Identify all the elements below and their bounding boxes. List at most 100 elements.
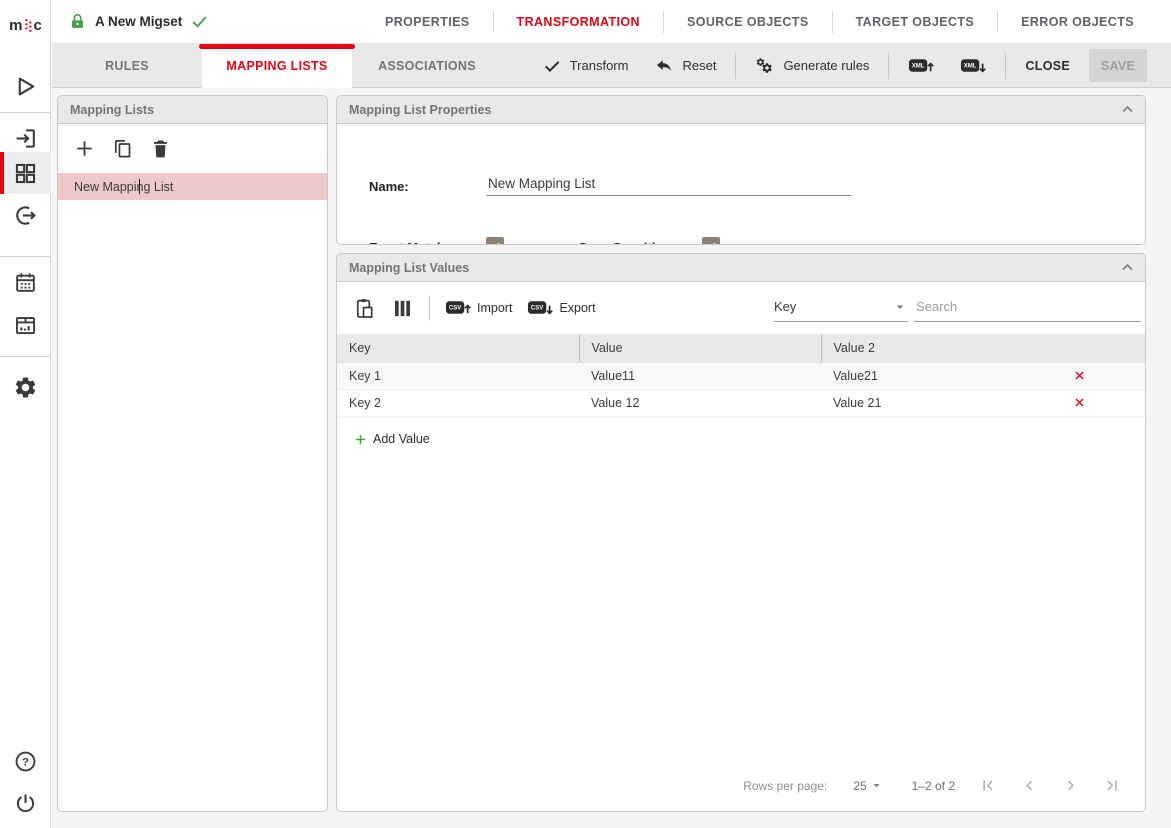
valid-check-icon <box>190 12 209 31</box>
xml-import-icon: XML <box>908 54 934 78</box>
grid-icon <box>13 161 38 186</box>
migsets-button[interactable] <box>0 152 51 194</box>
mapping-list-properties-panel: Mapping List Properties Name: Exact Matc… <box>336 95 1146 245</box>
name-input[interactable] <box>486 172 851 196</box>
delete-row-button[interactable] <box>1073 369 1086 382</box>
table-row[interactable]: Key 1 Value11 Value21 <box>337 362 1145 389</box>
add-mapping-list-button[interactable] <box>73 137 96 160</box>
caret-down-icon <box>869 778 884 793</box>
generate-rules-button[interactable]: Generate rules <box>742 44 882 88</box>
tab-mapping-lists[interactable]: MAPPING LISTS <box>202 44 352 88</box>
migset-name: A New Migset <box>95 14 182 29</box>
check-icon <box>542 56 562 76</box>
nav-item-source-objects[interactable]: SOURCE OBJECTS <box>664 15 832 29</box>
exact-match-checkbox[interactable] <box>486 237 504 245</box>
first-page-button[interactable] <box>979 776 998 795</box>
scheduler-button[interactable] <box>0 261 51 303</box>
copy-mapping-list-button[interactable] <box>111 137 134 160</box>
collapse-properties-button[interactable] <box>1118 100 1137 119</box>
reset-button[interactable]: Reset <box>641 44 729 88</box>
save-button[interactable]: SAVE <box>1089 49 1147 82</box>
table-header-row: Key Value Value 2 <box>337 334 1145 362</box>
check-icon <box>704 239 718 245</box>
nav-item-properties[interactable]: PROPERTIES <box>362 15 493 29</box>
power-icon <box>13 791 38 816</box>
table-row[interactable]: Key 2 Value 12 Value 21 <box>337 389 1145 416</box>
power-button[interactable] <box>0 782 51 824</box>
dashboard-button[interactable] <box>0 304 51 346</box>
nav-item-transformation[interactable]: TRANSFORMATION <box>494 15 663 29</box>
top-bar: A New Migset PROPERTIES TRANSFORMATION S… <box>52 0 1171 44</box>
logo-dots-icon <box>24 16 33 35</box>
divider <box>0 112 51 113</box>
columns-icon <box>391 297 414 320</box>
panel-title: Mapping List Properties <box>349 103 491 117</box>
xml-export-icon: XML <box>960 54 986 78</box>
prev-page-button[interactable] <box>1020 776 1039 795</box>
settings-button[interactable] <box>0 366 51 408</box>
divider <box>735 53 736 79</box>
delete-x-icon <box>1073 369 1086 382</box>
text-caret <box>139 179 140 194</box>
collapse-values-button[interactable] <box>1118 258 1137 277</box>
tab-rules[interactable]: RULES <box>52 44 202 88</box>
add-value-button[interactable]: Add Value <box>353 432 430 447</box>
copy-icon <box>111 137 134 160</box>
app-root: m c ? <box>0 0 1171 828</box>
divider <box>888 53 889 79</box>
column-header-value2: Value 2 <box>821 334 1061 362</box>
help-button[interactable]: ? <box>0 740 51 782</box>
delete-row-button[interactable] <box>1073 396 1086 409</box>
delete-mapping-list-button[interactable] <box>149 137 172 160</box>
xml-import-button[interactable]: XML <box>895 44 947 88</box>
exact-match-label: Exact Match: <box>369 240 449 245</box>
export-button[interactable]: CSV Export <box>527 296 595 320</box>
nav-item-error-objects[interactable]: ERROR OBJECTS <box>998 15 1157 29</box>
mapping-lists-panel: Mapping Lists New Mapping List <box>57 95 328 812</box>
name-label: Name: <box>369 179 409 194</box>
properties-panel-header: Mapping List Properties <box>337 96 1145 124</box>
page-range: 1–2 of 2 <box>912 779 955 793</box>
plus-icon <box>353 432 368 447</box>
svg-text:CSV: CSV <box>449 306 461 312</box>
divider <box>1005 53 1006 79</box>
delete-x-icon <box>1073 396 1086 409</box>
rows-per-page-select[interactable]: 25 <box>853 778 883 793</box>
case-sensitive-checkbox[interactable] <box>702 237 720 245</box>
tab-associations[interactable]: ASSOCIATIONS <box>352 44 502 88</box>
lock-icon <box>68 12 87 31</box>
play-icon <box>13 74 38 99</box>
xml-export-button[interactable]: XML <box>947 44 999 88</box>
search-input[interactable] <box>914 292 1141 322</box>
run-button[interactable] <box>0 65 51 107</box>
close-button[interactable]: CLOSE <box>1012 44 1083 88</box>
paste-values-button[interactable] <box>353 297 376 320</box>
svg-text:?: ? <box>22 756 29 768</box>
gear-icon <box>13 375 38 400</box>
columns-button[interactable] <box>391 297 414 320</box>
import-icon <box>13 126 38 151</box>
mapping-list-item[interactable]: New Mapping List <box>58 173 327 200</box>
left-nav-rail: m c ? <box>0 0 51 828</box>
app-logo[interactable]: m c <box>0 10 51 40</box>
mapping-list-values-panel: Mapping List Values CSV Import C <box>336 253 1146 812</box>
nav-item-target-objects[interactable]: TARGET OBJECTS <box>833 15 998 29</box>
last-page-icon <box>1102 776 1121 795</box>
last-page-button[interactable] <box>1102 776 1121 795</box>
values-toolbar: CSV Import CSV Export Key <box>337 282 1145 334</box>
values-table: Key Value Value 2 Key 1 Value11 Value21 <box>337 334 1145 417</box>
rows-per-page-label: Rows per page: <box>743 779 827 793</box>
next-page-icon <box>1061 776 1080 795</box>
divider <box>0 256 51 257</box>
transform-button[interactable]: Transform <box>529 44 642 88</box>
next-page-button[interactable] <box>1061 776 1080 795</box>
filter-column-select[interactable]: Key <box>774 292 908 322</box>
cell-key: Key 2 <box>337 389 579 416</box>
column-header-key: Key <box>337 334 579 362</box>
importer-button[interactable] <box>0 194 51 236</box>
case-sensitive-label: Case Sensitive: <box>578 240 674 245</box>
column-header-value: Value <box>579 334 821 362</box>
check-icon <box>488 239 502 245</box>
import-button[interactable]: CSV Import <box>445 296 512 320</box>
pagination: Rows per page: 25 1–2 of 2 <box>743 776 1121 795</box>
